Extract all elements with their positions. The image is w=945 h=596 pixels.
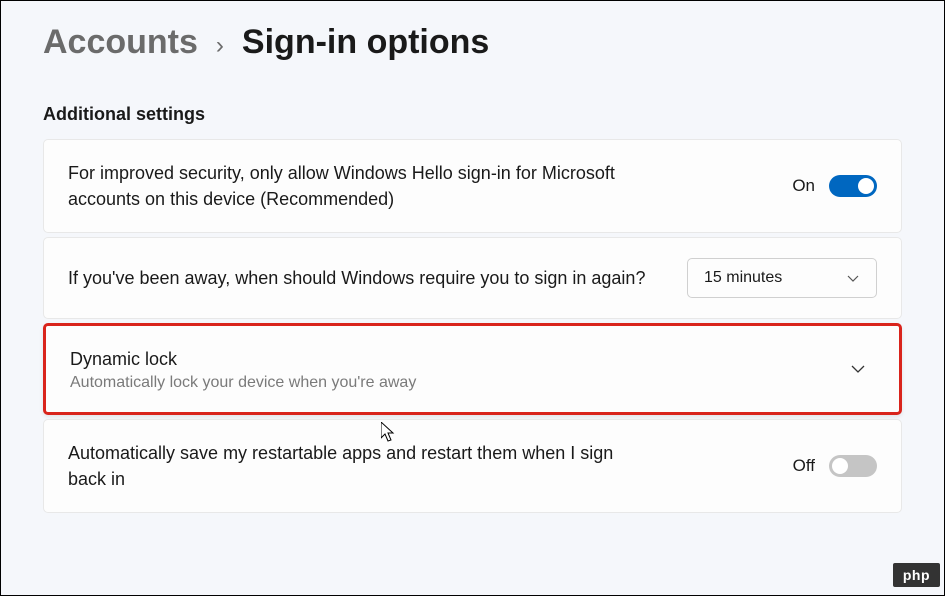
- setting-title: For improved security, only allow Window…: [68, 160, 648, 212]
- setting-title: Dynamic lock: [70, 346, 650, 372]
- page-title: Sign-in options: [242, 23, 489, 62]
- setting-row-dynamic-lock[interactable]: Dynamic lock Automatically lock your dev…: [43, 323, 902, 415]
- setting-subtitle: Automatically lock your device when you'…: [70, 374, 650, 392]
- setting-row-require-signin: If you've been away, when should Windows…: [43, 237, 902, 319]
- breadcrumb: Accounts › Sign-in options: [43, 23, 902, 62]
- dropdown-value: 15 minutes: [704, 269, 782, 287]
- toggle-label: Off: [793, 456, 815, 476]
- setting-row-restartable-apps: Automatically save my restartable apps a…: [43, 419, 902, 513]
- section-heading: Additional settings: [43, 104, 902, 125]
- chevron-down-icon: [849, 360, 867, 378]
- setting-title: If you've been away, when should Windows…: [68, 265, 648, 291]
- toggle-restartable-apps[interactable]: [829, 455, 877, 477]
- watermark: php: [893, 563, 940, 587]
- setting-row-windows-hello: For improved security, only allow Window…: [43, 139, 902, 233]
- setting-title: Automatically save my restartable apps a…: [68, 440, 648, 492]
- chevron-down-icon: [846, 271, 860, 285]
- toggle-windows-hello[interactable]: [829, 175, 877, 197]
- chevron-right-icon: ›: [216, 32, 224, 60]
- toggle-label: On: [792, 176, 815, 196]
- dropdown-require-signin[interactable]: 15 minutes: [687, 258, 877, 298]
- breadcrumb-parent[interactable]: Accounts: [43, 23, 198, 62]
